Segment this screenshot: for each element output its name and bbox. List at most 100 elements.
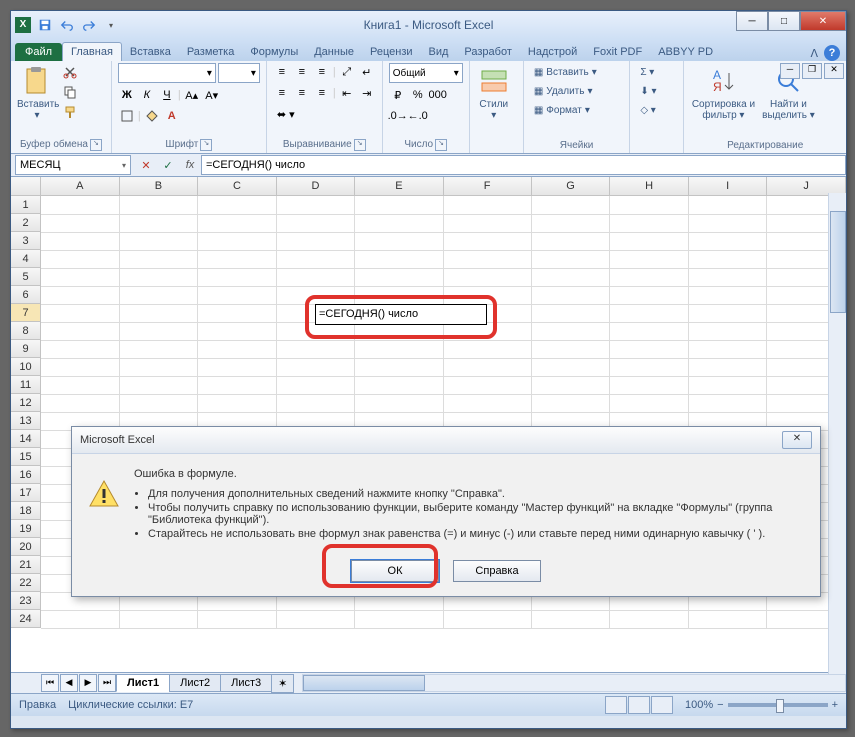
cell[interactable]	[532, 358, 611, 377]
cell[interactable]	[198, 322, 277, 341]
shrink-font-button[interactable]: A▾	[203, 86, 221, 104]
row-header[interactable]: 20	[11, 538, 41, 556]
align-middle[interactable]: ≡	[293, 63, 311, 81]
orientation-button[interactable]: ⤢	[338, 63, 356, 81]
doc-close[interactable]: ✕	[824, 63, 844, 79]
cell[interactable]	[277, 268, 356, 287]
row-header[interactable]: 3	[11, 232, 41, 250]
merge-button[interactable]: ⬌ ▾	[273, 105, 299, 123]
redo-button[interactable]	[79, 15, 99, 35]
cell[interactable]	[198, 340, 277, 359]
cell[interactable]	[198, 286, 277, 305]
cell[interactable]	[444, 268, 532, 287]
cell[interactable]	[277, 196, 356, 215]
cell[interactable]	[120, 304, 199, 323]
cell[interactable]	[689, 250, 768, 269]
doc-minimize[interactable]: ─	[780, 63, 800, 79]
cell[interactable]	[689, 268, 768, 287]
cell[interactable]	[610, 232, 689, 251]
currency-button[interactable]: ₽	[389, 86, 407, 104]
cell[interactable]	[444, 394, 532, 413]
cell[interactable]	[41, 214, 120, 233]
row-header[interactable]: 24	[11, 610, 41, 628]
view-pagebreak[interactable]	[651, 696, 673, 714]
comma-button[interactable]: 000	[429, 86, 447, 104]
align-left[interactable]: ≡	[273, 84, 291, 102]
cell[interactable]	[277, 358, 356, 377]
col-I[interactable]: I	[689, 177, 768, 195]
cell[interactable]	[41, 304, 120, 323]
cell[interactable]	[41, 232, 120, 251]
paste-button[interactable]: Вставить ▾	[17, 63, 57, 121]
cell[interactable]	[198, 304, 277, 323]
copy-button[interactable]	[61, 83, 79, 101]
sheet-tab-2[interactable]: Лист2	[169, 674, 221, 692]
cell[interactable]	[532, 214, 611, 233]
clipboard-launcher[interactable]: ↘	[90, 139, 102, 151]
cell[interactable]	[41, 250, 120, 269]
cell[interactable]	[444, 196, 532, 215]
row-header[interactable]: 22	[11, 574, 41, 592]
cell[interactable]	[610, 394, 689, 413]
minimize-button[interactable]: ─	[736, 11, 768, 31]
cell[interactable]	[444, 340, 532, 359]
row-header[interactable]: 9	[11, 340, 41, 358]
cell[interactable]	[532, 286, 611, 305]
autosum-button[interactable]: Σ ▾	[636, 63, 658, 81]
col-A[interactable]: A	[41, 177, 120, 195]
number-format-select[interactable]: Общий▾	[389, 63, 463, 83]
font-color-button[interactable]: A	[163, 107, 181, 125]
cell[interactable]	[610, 376, 689, 395]
cell[interactable]	[41, 322, 120, 341]
cell[interactable]	[532, 304, 611, 323]
cut-button[interactable]	[61, 63, 79, 81]
row-header[interactable]: 2	[11, 214, 41, 232]
underline-button[interactable]: Ч	[158, 86, 176, 104]
format-cells-button[interactable]: ▦Формат ▾	[530, 101, 594, 119]
edit-cell-E7[interactable]: =СЕГОДНЯ() число	[315, 304, 487, 325]
tab-foxit[interactable]: Foxit PDF	[585, 43, 650, 61]
italic-button[interactable]: К	[138, 86, 156, 104]
styles-button[interactable]: Стили ▾	[476, 63, 512, 121]
zoom-slider[interactable]	[728, 703, 828, 707]
cell[interactable]	[444, 358, 532, 377]
dialog-help-button[interactable]: Справка	[453, 560, 541, 582]
tab-abbyy[interactable]: ABBYY PD	[650, 43, 721, 61]
help-button[interactable]: ?	[824, 45, 840, 61]
col-F[interactable]: F	[444, 177, 532, 195]
indent-dec[interactable]: ⇤	[338, 84, 356, 102]
indent-inc[interactable]: ⇥	[358, 84, 376, 102]
cell[interactable]	[277, 250, 356, 269]
cell[interactable]	[120, 322, 199, 341]
row-header[interactable]: 10	[11, 358, 41, 376]
cell[interactable]	[689, 322, 768, 341]
cell[interactable]	[198, 232, 277, 251]
cell[interactable]	[610, 268, 689, 287]
col-E[interactable]: E	[355, 177, 443, 195]
col-G[interactable]: G	[532, 177, 611, 195]
cell[interactable]	[610, 196, 689, 215]
cell[interactable]	[689, 340, 768, 359]
cell[interactable]	[198, 250, 277, 269]
cell[interactable]	[532, 394, 611, 413]
cell[interactable]	[610, 322, 689, 341]
vertical-scrollbar[interactable]	[828, 193, 846, 688]
row-header[interactable]: 15	[11, 448, 41, 466]
row-header[interactable]: 5	[11, 268, 41, 286]
select-all-corner[interactable]	[11, 177, 41, 195]
cell[interactable]	[689, 358, 768, 377]
accept-button[interactable]: ✓	[157, 155, 179, 175]
cell[interactable]	[355, 214, 443, 233]
cell[interactable]	[444, 286, 532, 305]
cell[interactable]	[277, 394, 356, 413]
cell[interactable]	[689, 394, 768, 413]
tab-review[interactable]: Рецензи	[362, 43, 421, 61]
cell[interactable]	[120, 196, 199, 215]
view-layout[interactable]	[628, 696, 650, 714]
cell[interactable]	[610, 250, 689, 269]
cell[interactable]	[120, 268, 199, 287]
align-right[interactable]: ≡	[313, 84, 331, 102]
cell[interactable]	[120, 214, 199, 233]
cell[interactable]	[355, 232, 443, 251]
sheet-nav-next[interactable]: ▶	[79, 674, 97, 692]
